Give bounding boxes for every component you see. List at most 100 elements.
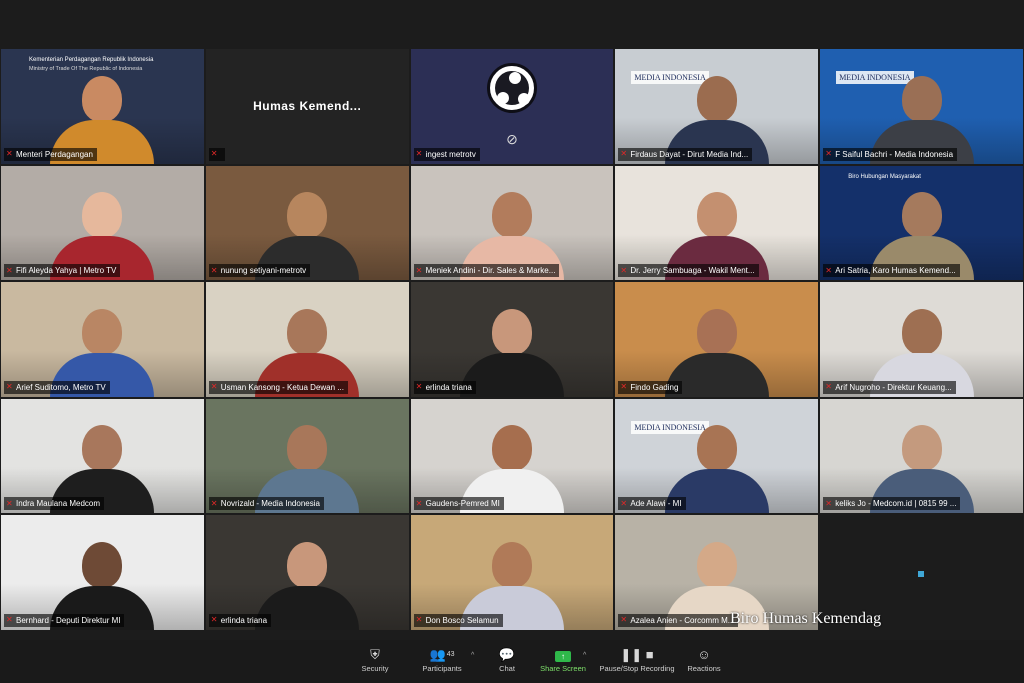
share-screen-icon: ↑ xyxy=(555,651,571,662)
muted-mic-icon: ✕ xyxy=(825,498,832,508)
participant-name-tag: ✕ Bernhard - Deputi Direktur MI xyxy=(4,613,125,627)
muted-mic-icon: ✕ xyxy=(415,498,423,508)
participant-tile[interactable]: ✕ keliks Jo - Medcom.id | 0815 99 ... xyxy=(820,398,1023,514)
participant-tile[interactable]: ✕ Don Bosco Selamun xyxy=(410,515,614,630)
participant-name-tag: ✕ Menteri Perdagangan xyxy=(4,147,97,161)
participant-tile[interactable]: ✕ Gaudens-Pemred MI xyxy=(410,398,614,514)
participant-name: Meniek Andini - Dir. Sales & Marke... xyxy=(425,266,556,276)
participant-tile[interactable]: ✕ Novrizald - Media Indonesia xyxy=(205,398,409,514)
participant-tile[interactable]: ✕ Dr. Jerry Sambuaga - Wakil Ment... xyxy=(615,165,819,281)
participants-label: Participants xyxy=(422,664,462,673)
participant-name: Dr. Jerry Sambuaga - Wakil Ment... xyxy=(630,266,755,276)
participant-tile[interactable]: MEDIA INDONESIA ✕ Firdaus Dayat - Dirut Me… xyxy=(615,49,819,164)
participant-name-tag: ✕ F Saiful Bachri - Media Indonesia xyxy=(823,147,958,161)
obs-logo-icon xyxy=(486,63,537,113)
muted-mic-icon: ✕ xyxy=(620,615,628,625)
security-label: Security xyxy=(361,664,389,673)
participant-tile[interactable]: ✕ Meniek Andini - Dir. Sales & Marke... xyxy=(410,165,614,281)
participant-name-tag: ✕ Fifi Aleyda Yahya | Metro TV xyxy=(4,264,121,278)
participant-name: Ari Satria, Karo Humas Kemend... xyxy=(835,266,956,276)
participant-tile[interactable]: MEDIA INDONESIA ✕ Ade Alawi - MI xyxy=(615,398,819,514)
participant-name-tag: ✕ Usman Kansong - Ketua Dewan ... xyxy=(208,380,348,394)
participant-name: Gaudens-Pemred MI xyxy=(425,499,500,509)
muted-mic-icon: ✕ xyxy=(6,382,13,392)
security-button[interactable]: ⛨ Security xyxy=(358,647,392,673)
chat-icon: 💬 xyxy=(498,647,516,662)
participant-tile[interactable]: MEDIA INDONESIA ✕ F Saiful Bachri - Media … xyxy=(820,49,1023,164)
participant-name: Fifi Aleyda Yahya | Metro TV xyxy=(16,266,117,276)
participant-name: keliks Jo - Medcom.id | 0815 99 ... xyxy=(835,499,957,509)
meeting-toolbar: ⛨ Security 👥43 Participants ^ 💬 Chat ↑ S… xyxy=(0,640,1024,683)
muted-mic-icon: ✕ xyxy=(6,615,13,625)
muted-mic-icon: ✕ xyxy=(415,615,423,625)
reactions-label: Reactions xyxy=(687,664,721,673)
participant-name-tag: ✕ Indra Maulana Medcom xyxy=(4,497,105,511)
muted-mic-icon: ✕ xyxy=(825,149,832,159)
participant-tile[interactable]: ✕ Bernhard - Deputi Direktur MI xyxy=(1,515,204,630)
share-caret-icon[interactable]: ^ xyxy=(583,652,586,659)
participant-display-name: Humas Kemend... xyxy=(253,99,362,114)
participant-name-tag: ✕ ingest metrotv xyxy=(413,147,480,161)
participant-tile[interactable]: ✕ Arief Suditomo, Metro TV xyxy=(1,282,204,397)
participant-name: erlinda triana xyxy=(425,382,472,392)
participant-tile[interactable]: ✕ nunung setiyani-metrotv xyxy=(205,165,409,281)
participant-count: 43 xyxy=(446,651,455,658)
participant-tile[interactable]: ⊘ ✕ ingest metrotv xyxy=(410,49,614,164)
muted-mic-icon: ✕ xyxy=(6,149,13,159)
participant-tile[interactable]: ✕ Usman Kansong - Ketua Dewan ... xyxy=(205,282,409,397)
reactions-button[interactable]: ☺ Reactions xyxy=(685,647,723,673)
camera-off-icon: ⊘ xyxy=(506,131,518,147)
muted-mic-icon: ✕ xyxy=(620,382,628,392)
participant-name-tag: ✕ xyxy=(208,147,225,161)
participant-name: Findo Gading xyxy=(630,382,679,392)
participant-tile[interactable]: ✕ erlinda triana xyxy=(205,515,409,630)
participant-tile[interactable]: ✕ Indra Maulana Medcom xyxy=(1,398,204,514)
participant-tile[interactable]: Biro Hubungan Masyarakat ✕ Ari Satria, Kar… xyxy=(820,165,1023,281)
muted-mic-icon: ✕ xyxy=(6,265,13,275)
muted-mic-icon: ✕ xyxy=(210,149,218,159)
participant-name-tag: ✕ keliks Jo - Medcom.id | 0815 99 ... xyxy=(823,497,961,511)
participant-tile[interactable]: Kementerian Perdagangan Republik Indones… xyxy=(1,49,204,164)
muted-mic-icon: ✕ xyxy=(210,498,218,508)
participant-name: Menteri Perdagangan xyxy=(16,149,93,159)
participant-name-tag: ✕ Findo Gading xyxy=(618,380,683,394)
participant-name: Arief Suditomo, Metro TV xyxy=(16,382,106,392)
muted-mic-icon: ✕ xyxy=(620,498,628,508)
participants-caret-icon[interactable]: ^ xyxy=(471,652,474,659)
backdrop-banner-subtitle: Ministry of Trade Of The Republic of Ind… xyxy=(29,66,143,72)
participant-tile[interactable]: ✕ Fifi Aleyda Yahya | Metro TV xyxy=(1,165,204,281)
muted-mic-icon: ✕ xyxy=(825,265,832,275)
participant-grid: Kementerian Perdagangan Republik Indones… xyxy=(0,48,1024,631)
participant-tile[interactable]: Humas Kemend... ✕ xyxy=(205,49,409,164)
watermark-text: Biro Humas Kemendag xyxy=(730,610,882,627)
participant-tile[interactable]: ✕ Findo Gading xyxy=(615,282,819,397)
muted-mic-icon: ✕ xyxy=(6,498,13,508)
muted-mic-icon: ✕ xyxy=(620,149,628,159)
pause-stop-icon: ❚❚ ■ xyxy=(620,647,654,662)
participant-name: Bernhard - Deputi Direktur MI xyxy=(16,615,121,625)
participants-button[interactable]: 👥43 Participants xyxy=(418,647,466,673)
participant-tile[interactable]: ✕ erlinda triana xyxy=(410,282,614,397)
participant-tile[interactable]: ✕ Arif Nugroho - Direktur Keuang... xyxy=(820,282,1023,397)
participant-name-tag: ✕ Dr. Jerry Sambuaga - Wakil Ment... xyxy=(618,264,759,278)
participant-name: F Saiful Bachri - Media Indonesia xyxy=(835,149,954,159)
participant-name-tag: ✕ erlinda triana xyxy=(208,613,272,627)
participant-name: Novrizald - Media Indonesia xyxy=(220,499,320,509)
video-gallery: Kementerian Perdagangan Republik Indones… xyxy=(0,0,1024,640)
participant-name-tag: ✕ Arief Suditomo, Metro TV xyxy=(4,380,110,394)
participant-name-tag: ✕ Ari Satria, Karo Humas Kemend... xyxy=(823,264,960,278)
share-screen-button[interactable]: ↑ Share Screen xyxy=(538,647,588,673)
chat-button[interactable]: 💬 Chat xyxy=(495,647,519,673)
recording-label: Pause/Stop Recording xyxy=(599,664,675,673)
muted-mic-icon: ✕ xyxy=(210,265,218,275)
muted-mic-icon: ✕ xyxy=(415,382,423,392)
reactions-icon: ☺ xyxy=(697,647,711,662)
pause-stop-recording-button[interactable]: ❚❚ ■ Pause/Stop Recording xyxy=(596,647,678,673)
participant-name-tag: ✕ Meniek Andini - Dir. Sales & Marke... xyxy=(413,264,560,278)
participants-icon: 👥 xyxy=(429,647,446,662)
participant-name-tag: ✕ Don Bosco Selamun xyxy=(413,613,503,627)
participant-name-tag: ✕ Arif Nugroho - Direktur Keuang... xyxy=(823,380,956,394)
participant-name: Ade Alawi - MI xyxy=(630,499,682,509)
participant-name-tag: ✕ Ade Alawi - MI xyxy=(618,497,686,511)
backdrop-banner-title: Biro Hubungan Masyarakat xyxy=(848,173,921,180)
